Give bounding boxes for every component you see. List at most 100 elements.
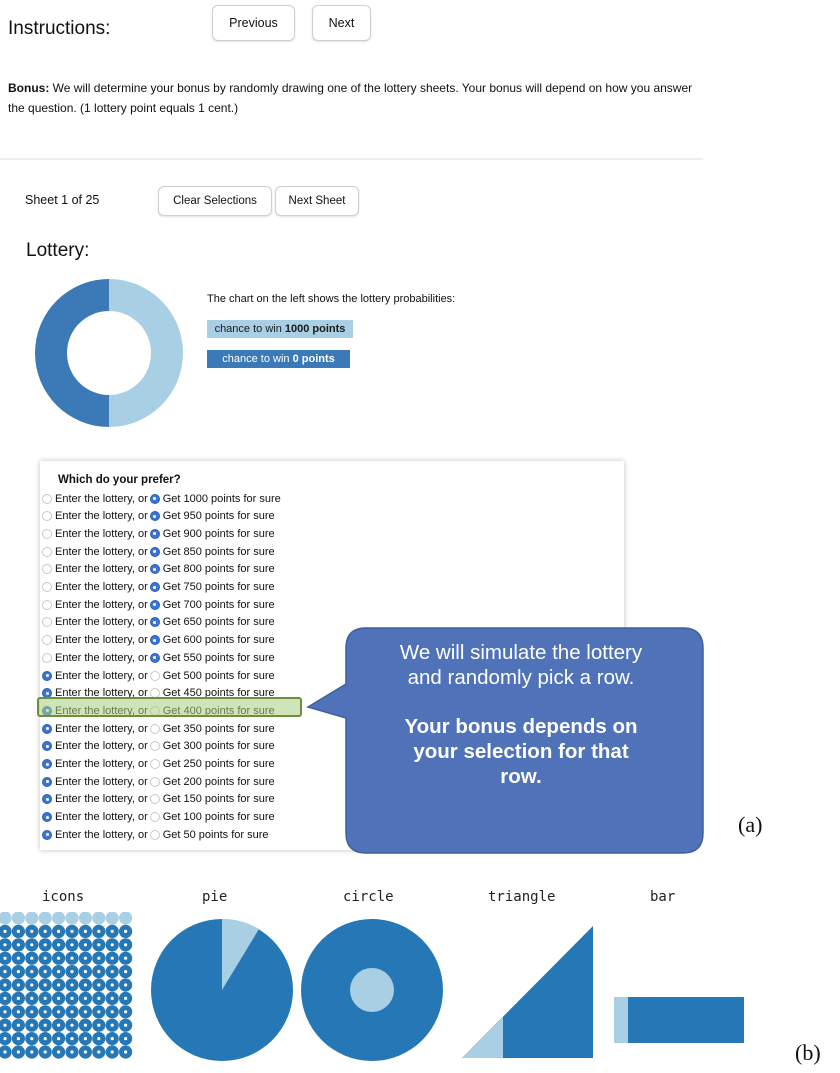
icon-dot-center [124, 1050, 128, 1054]
sure-radio[interactable] [149, 528, 160, 539]
callout-line-3: Your bonus depends on [404, 715, 638, 738]
icon-dot-center [110, 970, 114, 974]
viz-label-circle: circle [343, 889, 394, 905]
icon-dot-center [30, 983, 34, 987]
choice-row: Enter the lottery, or Get 650 points for … [42, 614, 277, 631]
icon-dot-center [70, 1050, 74, 1054]
lottery-radio[interactable] [42, 670, 52, 681]
sure-option-label: Get 700 points for sure [162, 598, 275, 611]
icon-dot-center [30, 1037, 34, 1041]
legend-win-prefix: chance to win [214, 323, 285, 335]
icon-dot-center [110, 943, 114, 947]
clear-selections-button[interactable]: Clear Selections [158, 186, 272, 216]
callout-line-1: We will simulate the lottery [399, 641, 643, 664]
sure-radio[interactable] [149, 776, 160, 787]
choice-row: Enter the lottery, or Get 700 points for … [42, 596, 277, 613]
icon-dot-center [16, 943, 20, 947]
lottery-radio[interactable] [42, 511, 52, 522]
bar-visualization [614, 997, 744, 1043]
sure-radio[interactable] [149, 759, 160, 769]
donut-win-segment [109, 279, 183, 427]
lottery-radio[interactable] [42, 635, 52, 646]
sure-radio[interactable] [149, 723, 160, 734]
lottery-option-label: Enter the lottery, or [55, 758, 148, 770]
icon-dot-center [70, 956, 74, 960]
icon-dot-center [16, 996, 20, 1000]
icon-dot-center [110, 1037, 114, 1041]
icon-dot [11, 912, 25, 925]
lottery-radio[interactable] [42, 582, 52, 592]
icon-dot-center [124, 983, 128, 987]
icon-dot-center [3, 1010, 7, 1014]
donut-lose-segment [34, 279, 109, 427]
lottery-option-label: Enter the lottery, or [55, 775, 148, 788]
sure-radio[interactable] [149, 511, 160, 522]
lottery-radio[interactable] [42, 794, 52, 805]
icon-dot-center [124, 929, 128, 933]
icon-dot-center [3, 1023, 7, 1027]
triangle-visualization [462, 926, 593, 1058]
chart-description: The chart on the left shows the lottery … [207, 293, 456, 305]
next-button[interactable]: Next [312, 5, 371, 41]
sure-radio[interactable] [149, 635, 160, 646]
sure-radio[interactable] [149, 599, 160, 610]
icon-dot-center [97, 996, 101, 1000]
icon-dot-center [16, 956, 20, 960]
lottery-radio[interactable] [42, 759, 52, 769]
icon-dot-center [70, 929, 74, 933]
icon-dot [0, 912, 12, 925]
icon-dot-center [110, 996, 114, 1000]
sure-radio[interactable] [149, 829, 160, 840]
icon-dot-center [16, 929, 20, 933]
legend-win: chance to win 1000 points [207, 320, 353, 338]
lottery-radio[interactable] [42, 493, 52, 504]
sure-radio[interactable] [149, 794, 160, 805]
lottery-radio[interactable] [42, 741, 52, 752]
previous-button[interactable]: Previous [212, 5, 295, 41]
lottery-radio[interactable] [42, 564, 52, 575]
lottery-radio[interactable] [42, 546, 52, 557]
sure-radio[interactable] [149, 652, 160, 663]
sure-radio[interactable] [149, 812, 160, 823]
icon-dot-center [3, 970, 7, 974]
lottery-radio[interactable] [42, 776, 52, 787]
choice-row: Enter the lottery, or Get 800 points for … [42, 561, 277, 578]
icon-dot-center [30, 1010, 34, 1014]
icon-dot [65, 912, 79, 925]
lottery-radio[interactable] [42, 617, 52, 628]
sure-radio[interactable] [149, 546, 160, 557]
lottery-radio[interactable] [42, 829, 52, 840]
bonus-label: Bonus: [8, 81, 50, 95]
lottery-option-label: Enter the lottery, or [55, 527, 148, 540]
icon-dot-center [16, 1010, 20, 1014]
icon-dot-center [124, 943, 128, 947]
lottery-radio[interactable] [42, 723, 52, 734]
icon-dot-center [83, 1050, 87, 1054]
next-sheet-button[interactable]: Next Sheet [275, 186, 359, 216]
icon-dot-center [97, 943, 101, 947]
lottery-radio[interactable] [42, 812, 52, 823]
icon-dot-center [57, 970, 61, 974]
icon-dot-center [43, 1010, 47, 1014]
lottery-option-label: Enter the lottery, or [55, 510, 148, 523]
lottery-radio[interactable] [42, 599, 52, 610]
icon-dot-center [16, 1050, 20, 1054]
icon-dot-center [124, 956, 128, 960]
sure-option-label: Get 50 points for sure [162, 828, 269, 841]
sure-radio[interactable] [149, 582, 160, 592]
sure-radio[interactable] [149, 493, 160, 504]
icon-dot-center [70, 1010, 74, 1014]
lottery-radio[interactable] [42, 652, 52, 663]
icon-dot-center [70, 996, 74, 1000]
icon-dot-center [83, 1023, 87, 1027]
sure-radio[interactable] [149, 741, 160, 752]
sure-radio[interactable] [149, 617, 160, 628]
sure-radio[interactable] [149, 564, 160, 575]
icon-dot-center [16, 1023, 20, 1027]
sure-radio[interactable] [149, 670, 160, 681]
circle-inner [350, 968, 394, 1012]
lottery-radio[interactable] [42, 528, 52, 539]
icon-dot-center [124, 996, 128, 1000]
viz-label-icons: icons [42, 889, 85, 905]
icon-dot-center [57, 983, 61, 987]
